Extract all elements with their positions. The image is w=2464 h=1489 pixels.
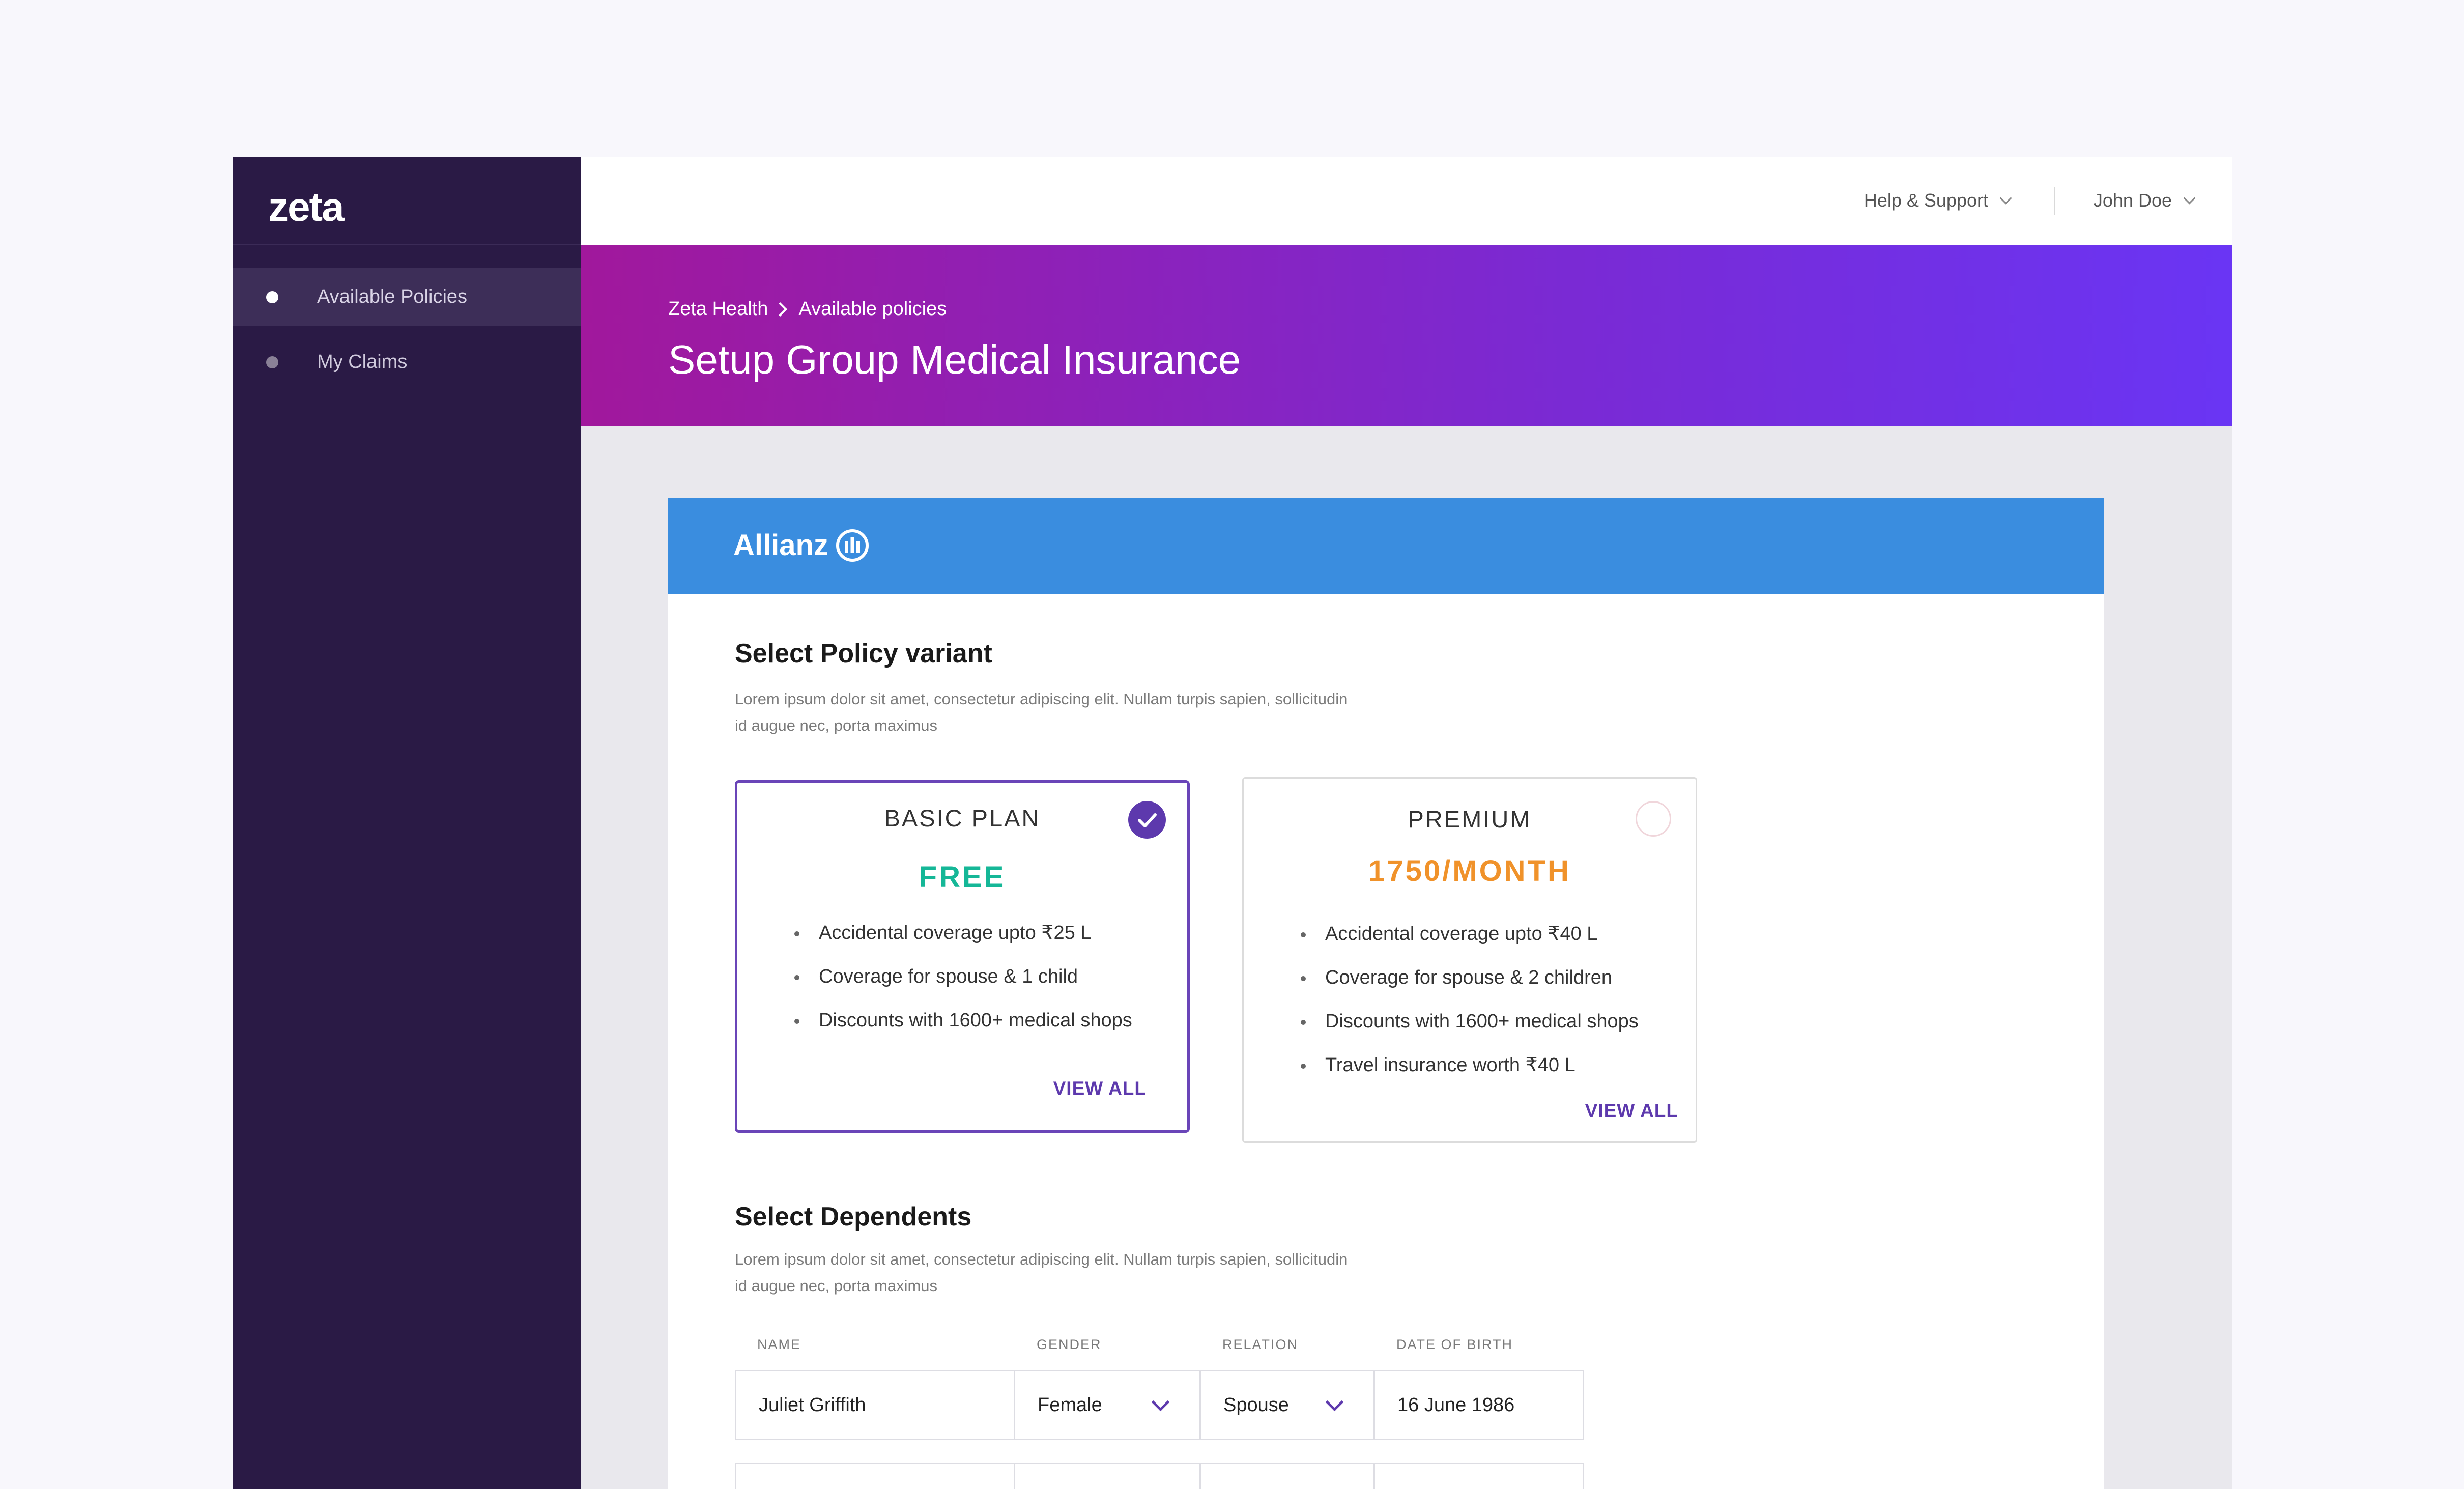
sidebar-item-label: Available Policies [317, 286, 468, 307]
relation-select[interactable]: Spouse [1199, 1370, 1375, 1440]
active-dot-icon [266, 291, 278, 303]
chevron-down-icon [1325, 1393, 1344, 1412]
help-support-menu[interactable]: Help & Support [1864, 190, 2012, 211]
plan-card-premium[interactable]: PREMIUM 1750/MONTH Accidental coverage u… [1242, 777, 1697, 1143]
dependents-section-description: Lorem ipsum dolor sit amet, consectetur … [735, 1246, 1427, 1299]
column-header-relation: RELATION [1222, 1337, 1299, 1352]
field-value: Female [1038, 1394, 1102, 1416]
topbar-divider [2054, 187, 2055, 215]
breadcrumb: Zeta Health Available policies [668, 298, 947, 320]
chevron-down-icon [1151, 1393, 1170, 1412]
feature-item: Accidental coverage upto ₹40 L [1244, 912, 1639, 956]
help-support-label: Help & Support [1864, 190, 1988, 211]
date-of-birth-field[interactable] [1373, 1463, 1584, 1489]
description-line: id augue nec, porta maximus [735, 717, 938, 734]
breadcrumb-item-zeta-health[interactable]: Zeta Health [668, 298, 768, 320]
allianz-logo: Allianz [733, 528, 869, 562]
breadcrumb-item-available-policies[interactable]: Available policies [798, 298, 947, 320]
plan-price: FREE [919, 861, 1006, 894]
sidebar-item-my-claims[interactable]: My Claims [233, 333, 581, 391]
selected-check-icon [1128, 801, 1166, 839]
topbar: Help & Support John Doe [581, 157, 2232, 245]
user-name: John Doe [2093, 190, 2172, 211]
field-value: 16 June 1986 [1397, 1394, 1515, 1416]
chevron-down-icon [1999, 191, 2012, 205]
sidebar-divider [233, 244, 581, 245]
column-header-name: NAME [757, 1337, 801, 1352]
feature-item: Discounts with 1600+ medical shops [1244, 999, 1639, 1043]
description-line: Lorem ipsum dolor sit amet, consectetur … [735, 690, 1348, 708]
feature-item: Discounts with 1600+ medical shops [737, 998, 1132, 1042]
dependent-name-field[interactable]: Juliet Griffith [735, 1370, 1015, 1440]
plan-features: Accidental coverage upto ₹40 L Coverage … [1244, 912, 1639, 1087]
sidebar-item-available-policies[interactable]: Available Policies [233, 268, 581, 326]
feature-item: Coverage for spouse & 1 child [737, 955, 1132, 998]
description-line: id augue nec, porta maximus [735, 1277, 938, 1295]
inactive-dot-icon [266, 356, 278, 368]
page-title: Setup Group Medical Insurance [668, 337, 1241, 382]
date-of-birth-field[interactable]: 16 June 1986 [1373, 1370, 1584, 1440]
sidebar-item-label: My Claims [317, 351, 408, 373]
plan-name: BASIC PLAN [884, 805, 1041, 832]
dependents-section-title: Select Dependents [735, 1202, 972, 1232]
gender-select[interactable]: Female [1014, 1370, 1201, 1440]
unselected-radio-icon[interactable] [1636, 801, 1671, 837]
view-all-link[interactable]: VIEW ALL [1585, 1100, 1678, 1122]
plan-features: Accidental coverage upto ₹25 L Coverage … [737, 911, 1132, 1042]
chevron-right-icon [773, 302, 788, 317]
sidebar: zeta Available Policies My Claims [233, 157, 581, 1489]
policy-section-description: Lorem ipsum dolor sit amet, consectetur … [735, 686, 1427, 739]
description-line: Lorem ipsum dolor sit amet, consectetur … [735, 1250, 1348, 1268]
feature-item: Travel insurance worth ₹40 L [1244, 1043, 1639, 1087]
gender-select[interactable] [1014, 1463, 1201, 1489]
plan-card-basic[interactable]: BASIC PLAN FREE Accidental coverage upto… [735, 780, 1190, 1133]
plan-name: PREMIUM [1408, 806, 1532, 833]
field-value: Spouse [1223, 1394, 1289, 1416]
view-all-link[interactable]: VIEW ALL [1053, 1078, 1147, 1099]
chevron-down-icon [2183, 191, 2196, 205]
allianz-emblem-icon [836, 529, 869, 562]
dependent-name-field[interactable] [735, 1463, 1015, 1489]
app-logo: zeta [268, 184, 345, 230]
column-header-gender: GENDER [1037, 1337, 1102, 1352]
insurer-name: Allianz [733, 529, 828, 562]
field-value: Juliet Griffith [759, 1394, 866, 1416]
plan-price: 1750/MONTH [1368, 854, 1571, 887]
policy-section-title: Select Policy variant [735, 639, 992, 668]
page-banner: Zeta Health Available policies Setup Gro… [581, 245, 2232, 426]
feature-item: Coverage for spouse & 2 children [1244, 956, 1639, 999]
app-frame: zeta Available Policies My Claims Help &… [233, 157, 2232, 1489]
user-menu[interactable]: John Doe [2093, 190, 2196, 211]
relation-select[interactable] [1199, 1463, 1375, 1489]
insurer-header: Allianz [668, 498, 2104, 594]
feature-item: Accidental coverage upto ₹25 L [737, 911, 1132, 955]
column-header-date-of-birth: DATE OF BIRTH [1396, 1337, 1513, 1352]
